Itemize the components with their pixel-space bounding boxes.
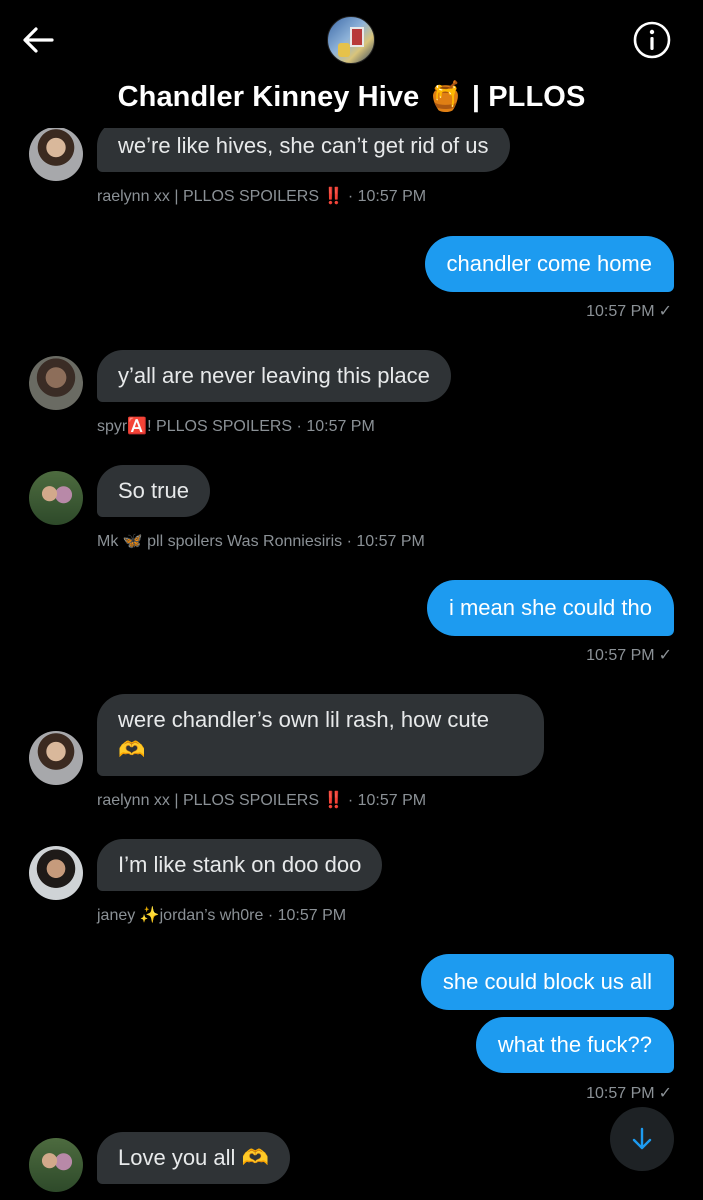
scroll-to-bottom-button[interactable]	[610, 1107, 674, 1171]
conversation-title: Chandler Kinney Hive 🍯 | PLLOS	[117, 81, 586, 113]
message-meta: Mk 🦋 pll spoilers Was Ronniesiris · 10:5…	[97, 533, 425, 550]
conversation-header: Chandler Kinney Hive 🍯 | PLLOS	[0, 0, 703, 128]
sender-avatar[interactable]	[29, 846, 83, 900]
outgoing-message[interactable]: i mean she could tho	[426, 580, 674, 636]
arrow-down-icon	[632, 1127, 652, 1150]
sent-check-icon: ✓	[658, 1085, 672, 1102]
message-emoji: 🫶	[118, 737, 146, 762]
message-time: 10:57 PM ✓	[586, 303, 672, 320]
outgoing-message[interactable]: she could block us all	[420, 954, 674, 1010]
sender-avatar[interactable]	[29, 731, 83, 785]
message-meta: raelynn xx | PLLOS SPOILERS ‼️ · 10:57 P…	[97, 188, 427, 205]
arrow-left-icon	[23, 27, 54, 53]
info-button[interactable]	[632, 20, 672, 60]
message-time: 10:57 PM ✓	[586, 1085, 672, 1102]
sender-avatar[interactable]	[29, 1138, 83, 1192]
back-button[interactable]	[18, 22, 58, 58]
sender-avatar[interactable]	[29, 471, 83, 525]
sender-avatar[interactable]	[29, 127, 83, 181]
incoming-message[interactable]: were chandler’s own lil rash, how cute 🫶	[97, 694, 544, 776]
message-meta: raelynn xx | PLLOS SPOILERS ‼️ · 10:57 P…	[97, 792, 427, 809]
message-text-line: were chandler’s own lil rash, how cute	[118, 707, 489, 732]
incoming-message[interactable]: Love you all 🫶	[97, 1132, 290, 1184]
sent-check-icon: ✓	[658, 647, 672, 664]
sender-avatar[interactable]	[29, 356, 83, 410]
incoming-message[interactable]: So true	[97, 465, 210, 517]
message-meta: janey ✨jordan’s wh0re · 10:57 PM	[97, 907, 347, 924]
info-circle-icon	[633, 21, 671, 59]
message-meta: spyr🅰️! PLLOS SPOILERS · 10:57 PM	[97, 418, 375, 435]
incoming-message[interactable]: I’m like stank on doo doo	[97, 839, 383, 891]
sent-check-icon: ✓	[658, 303, 672, 320]
incoming-message[interactable]: y’all are never leaving this place	[97, 350, 451, 402]
message-time: 10:57 PM ✓	[586, 647, 672, 664]
group-avatar[interactable]	[327, 16, 375, 64]
outgoing-message[interactable]: what the fuck??	[475, 1017, 674, 1073]
outgoing-message[interactable]: chandler come home	[424, 236, 674, 292]
